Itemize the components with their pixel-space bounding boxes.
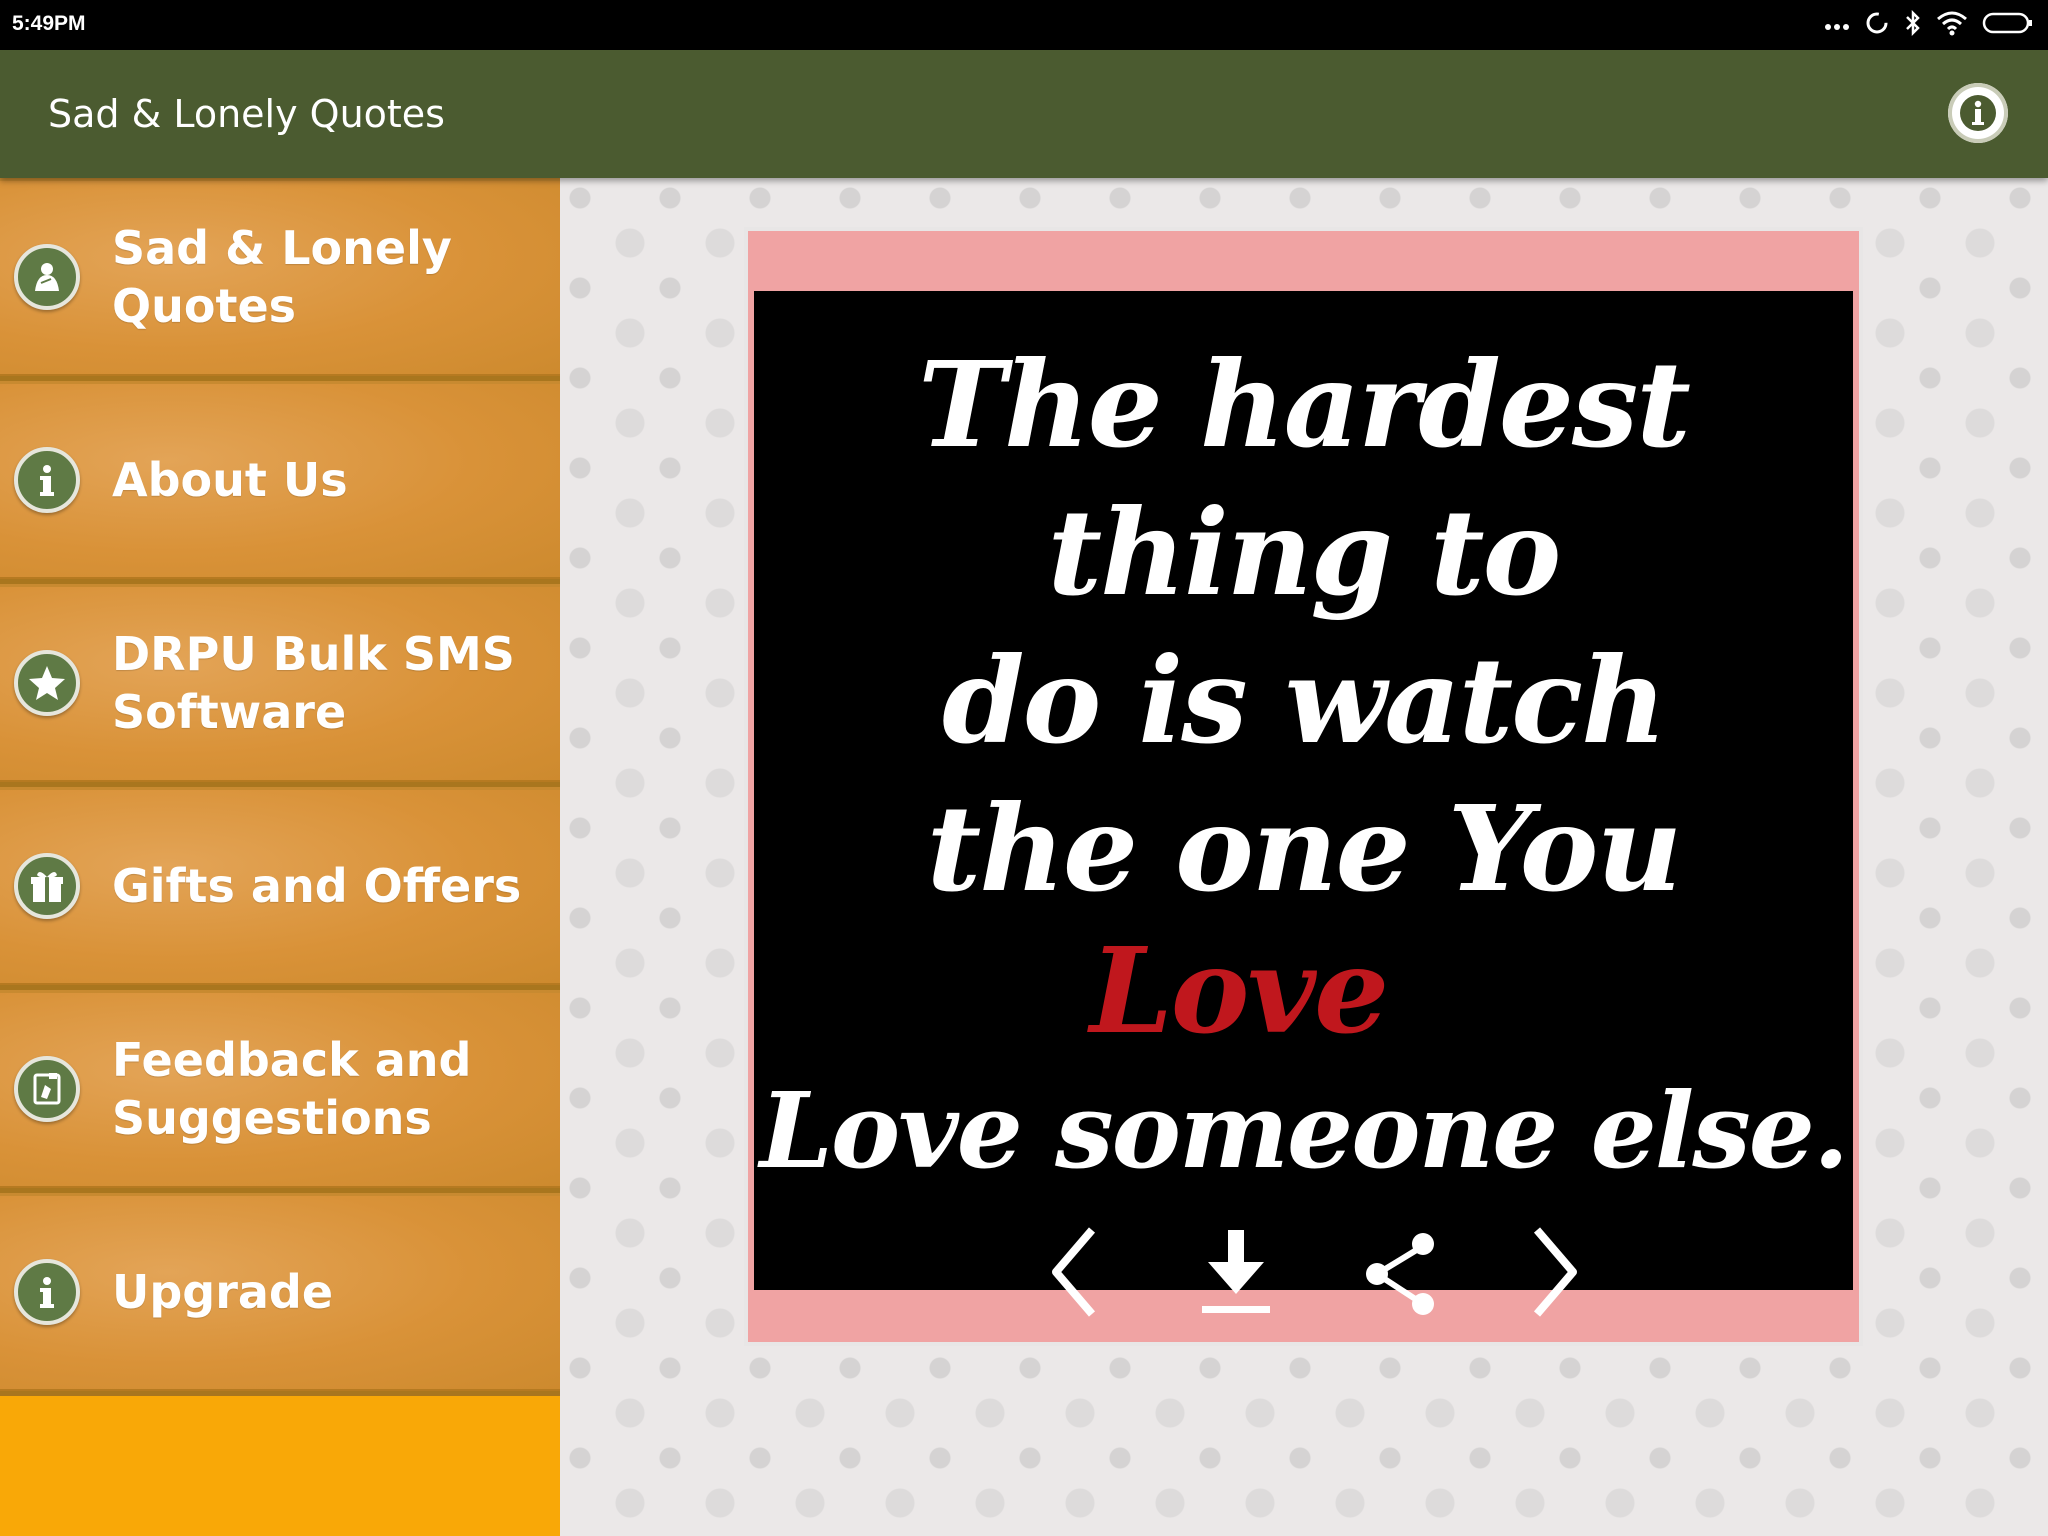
share-button[interactable] — [1356, 1222, 1446, 1322]
menu-item-gifts-offers[interactable]: Gifts and Offers — [0, 787, 560, 990]
previous-icon — [1052, 1227, 1096, 1317]
info-button[interactable] — [1948, 83, 2008, 143]
status-time: 5:49PM — [12, 12, 86, 35]
menu-item-sad-lonely-quotes[interactable]: Sad & Lonely Quotes — [0, 178, 560, 381]
quote-text: The hardest thing to do is watch the one… — [754, 331, 1853, 1205]
quote-image[interactable]: The hardest thing to do is watch the one… — [754, 291, 1853, 1290]
next-icon — [1533, 1227, 1577, 1317]
bluetooth-icon — [1904, 9, 1922, 40]
info-icon — [14, 447, 80, 513]
app-bar: Sad & Lonely Quotes — [0, 50, 2048, 178]
quote-line: The hardest — [918, 335, 1691, 474]
quote-line: do is watch — [942, 631, 1667, 770]
menu-item-upgrade[interactable]: Upgrade — [0, 1193, 560, 1396]
menu-item-about-us[interactable]: About Us — [0, 381, 560, 584]
sad-person-icon — [14, 244, 80, 310]
status-bar: 5:49PM — [0, 0, 2048, 50]
quote-card: The hardest thing to do is watch the one… — [748, 231, 1859, 1342]
menu-item-label: Feedback and Suggestions — [112, 1033, 472, 1145]
info-icon — [1960, 95, 1996, 131]
menu-item-label: Gifts and Offers — [112, 859, 522, 913]
download-icon — [1202, 1230, 1270, 1313]
quote-highlight: Love — [1089, 921, 1389, 1060]
share-icon — [1366, 1233, 1434, 1315]
more-dots-icon — [1824, 16, 1850, 35]
battery-icon — [1982, 11, 2034, 39]
menu-item-label: Upgrade — [112, 1265, 334, 1319]
quote-line: thing to — [1047, 483, 1562, 622]
star-icon — [14, 650, 80, 716]
quote-controls — [748, 1162, 1859, 1342]
menu-item-label: Sad & Lonely Quotes — [112, 221, 452, 333]
previous-button[interactable] — [1031, 1222, 1121, 1322]
feedback-icon — [14, 1056, 80, 1122]
menu-item-label: DRPU Bulk SMS Software — [112, 627, 515, 739]
menu-item-label: About Us — [112, 453, 348, 507]
wifi-icon — [1936, 10, 1968, 40]
menu-item-feedback[interactable]: Feedback and Suggestions — [0, 990, 560, 1193]
gift-icon — [14, 853, 80, 919]
info-icon — [14, 1259, 80, 1325]
next-button[interactable] — [1508, 1222, 1598, 1322]
menu-item-drpu-bulk-sms[interactable]: DRPU Bulk SMS Software — [0, 584, 560, 787]
navigation-drawer: Sad & Lonely Quotes About Us DRPU Bulk S… — [0, 178, 560, 1536]
status-icons — [1824, 9, 2034, 40]
download-button[interactable] — [1191, 1222, 1281, 1322]
content-area: The hardest thing to do is watch the one… — [560, 178, 2048, 1536]
app-title: Sad & Lonely Quotes — [48, 92, 445, 136]
sync-icon — [1864, 10, 1890, 40]
quote-line: the one You — [926, 779, 1683, 918]
